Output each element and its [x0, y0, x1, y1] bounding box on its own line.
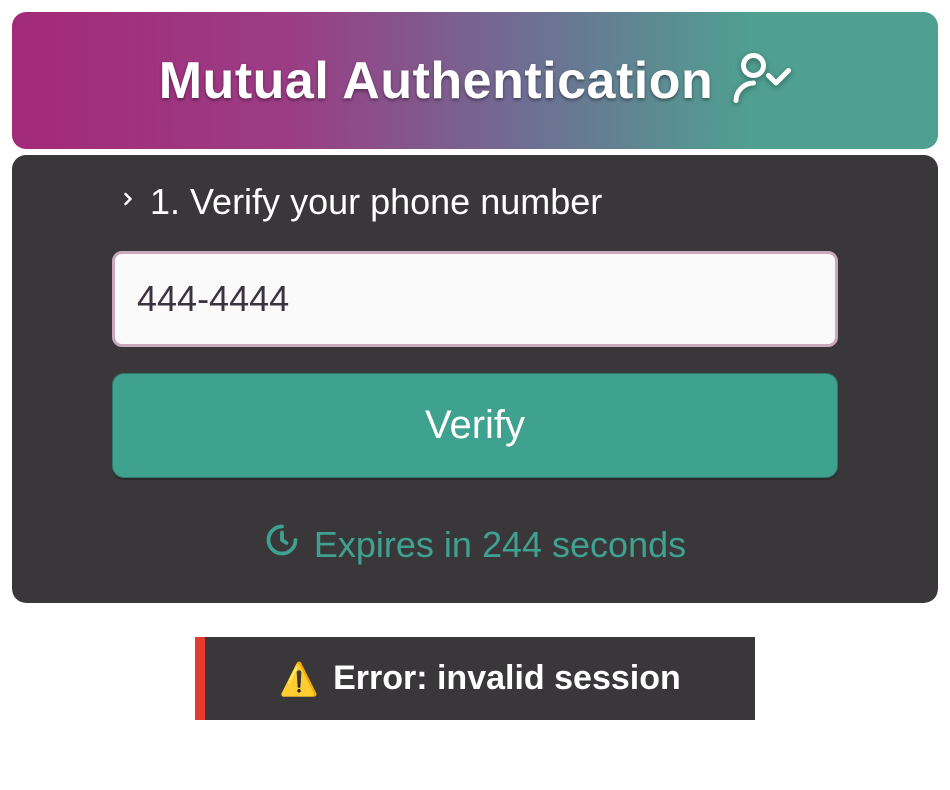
auth-card: Mutual Authentication 1. Verify your pho… [12, 12, 938, 603]
step-label-text: 1. Verify your phone number [150, 181, 602, 223]
error-text: Error: invalid session [333, 659, 681, 698]
expires-text: Expires in 244 seconds [314, 524, 686, 566]
card-body: 1. Verify your phone number Verify Expir… [12, 155, 938, 603]
card-header: Mutual Authentication [12, 12, 938, 149]
user-check-icon [731, 48, 791, 113]
page-title: Mutual Authentication [159, 51, 714, 111]
error-banner: ⚠️ Error: invalid session [195, 637, 755, 720]
chevron-right-icon [118, 181, 138, 223]
timer-icon [264, 522, 300, 567]
phone-input[interactable] [112, 251, 838, 347]
verify-button[interactable]: Verify [112, 373, 838, 478]
step-heading: 1. Verify your phone number [118, 181, 838, 223]
warning-icon: ⚠️ [279, 663, 319, 695]
expires-row: Expires in 244 seconds [112, 522, 838, 567]
